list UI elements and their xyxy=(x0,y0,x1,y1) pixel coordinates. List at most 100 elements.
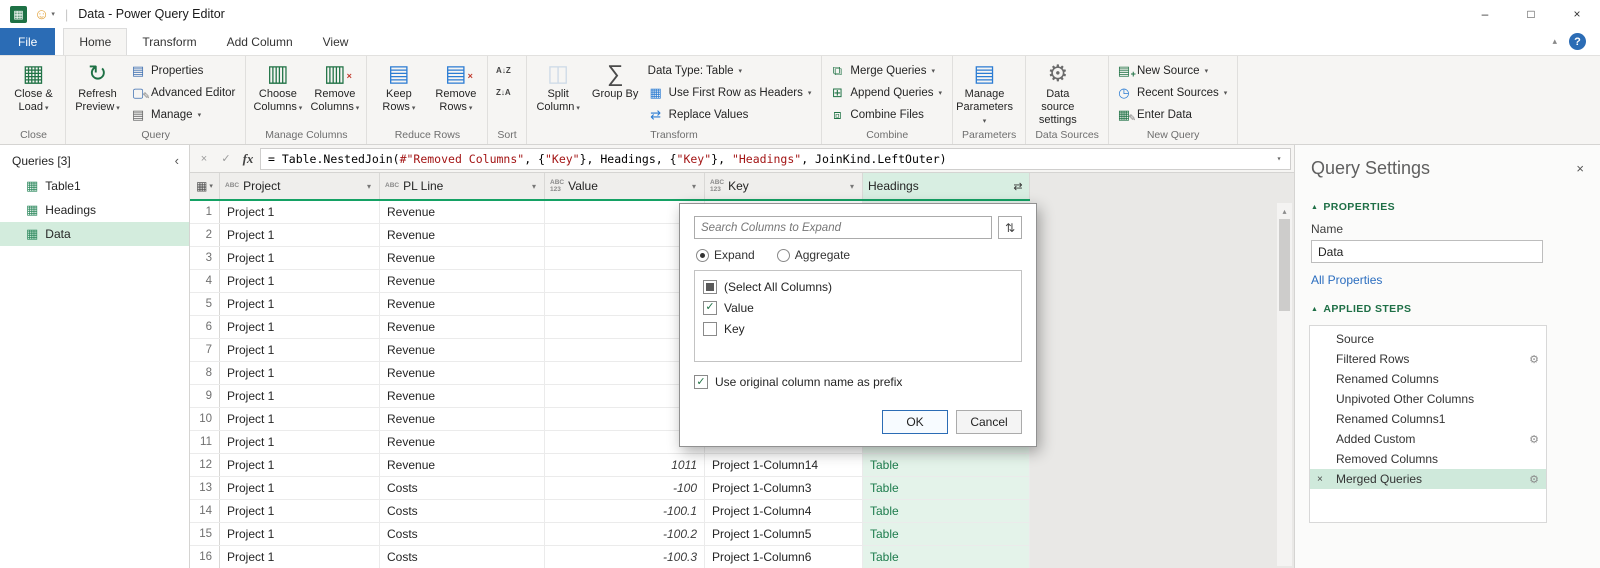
grid-cell[interactable]: Revenue xyxy=(380,224,545,246)
grid-cell[interactable]: Revenue xyxy=(380,339,545,361)
column-header-project[interactable]: ABC Project ▾ xyxy=(220,173,380,199)
grid-cell[interactable]: Project 1 xyxy=(220,362,380,384)
close-settings-icon[interactable]: × xyxy=(1576,161,1584,176)
column-header-headings[interactable]: Headings ⇄ xyxy=(863,173,1030,199)
grid-cell[interactable]: Project 1 xyxy=(220,431,380,453)
row-number[interactable]: 1 xyxy=(190,201,220,223)
advanced-editor-button[interactable]: ▢ ✎ Advanced Editor xyxy=(126,82,242,104)
feedback-smiley-icon[interactable]: ☺ ▾ xyxy=(34,6,55,23)
radio-expand[interactable]: Expand xyxy=(696,248,755,262)
row-number[interactable]: 10 xyxy=(190,408,220,430)
remove-rows-button[interactable]: ▤ × Remove Rows ▾ xyxy=(427,57,484,121)
grid-cell[interactable]: Project 1 xyxy=(220,293,380,315)
row-number[interactable]: 2 xyxy=(190,224,220,246)
append-queries-button[interactable]: ⊞ Append Queries ▾ xyxy=(825,82,949,104)
grid-cell[interactable]: Project 1-Column14 xyxy=(705,454,863,476)
step-settings-gear-icon[interactable]: ⚙ xyxy=(1529,433,1539,446)
grid-cell[interactable]: Revenue xyxy=(380,454,545,476)
row-number[interactable]: 16 xyxy=(190,546,220,568)
combine-files-button[interactable]: ⧈ Combine Files xyxy=(825,104,949,126)
row-number[interactable]: 6 xyxy=(190,316,220,338)
data-source-settings-button[interactable]: ⚙ Data source settings xyxy=(1029,57,1086,127)
formula-input[interactable]: = Table.NestedJoin(#"Removed Columns", {… xyxy=(260,147,1291,170)
row-number[interactable]: 5 xyxy=(190,293,220,315)
keep-rows-button[interactable]: ▤ Keep Rows ▾ xyxy=(370,57,427,121)
prefix-checkbox[interactable]: ✓ xyxy=(694,375,708,389)
query-item-table1[interactable]: ▦ Table1 xyxy=(0,174,189,198)
new-source-button[interactable]: ▤ + New Source ▾ xyxy=(1112,60,1234,82)
column-option-key[interactable]: Key xyxy=(703,318,1013,339)
filter-dropdown-icon[interactable]: ▾ xyxy=(845,182,859,191)
applied-step-renamed-columns[interactable]: Renamed Columns xyxy=(1310,369,1546,389)
grid-cell[interactable]: Project 1 xyxy=(220,201,380,223)
grid-cell[interactable]: Project 1-Column6 xyxy=(705,546,863,568)
query-item-data[interactable]: ▦ Data xyxy=(0,222,189,246)
choose-columns-button[interactable]: ▥ Choose Columns ▾ xyxy=(249,57,306,121)
formula-accept-icon[interactable]: ✓ xyxy=(216,152,236,165)
grid-cell[interactable]: Table xyxy=(863,523,1030,545)
grid-cell[interactable]: Table xyxy=(863,454,1030,476)
recent-sources-button[interactable]: ◷ Recent Sources ▾ xyxy=(1112,82,1234,104)
grid-cell[interactable]: Table xyxy=(863,477,1030,499)
scrollbar-thumb[interactable] xyxy=(1279,219,1290,311)
query-item-headings[interactable]: ▦ Headings xyxy=(0,198,189,222)
merge-queries-button[interactable]: ⧉ Merge Queries ▾ xyxy=(825,60,949,82)
grid-cell[interactable]: -100 xyxy=(545,477,705,499)
filter-dropdown-icon[interactable]: ▾ xyxy=(527,182,541,191)
row-number[interactable]: 8 xyxy=(190,362,220,384)
grid-cell[interactable]: Table xyxy=(863,546,1030,568)
expand-column-icon[interactable]: ⇄ xyxy=(1010,180,1026,193)
grid-cell[interactable]: Revenue xyxy=(380,431,545,453)
manage-parameters-button[interactable]: ▤ Manage Parameters ▾ xyxy=(956,57,1013,127)
sort-columns-button[interactable]: ⇅ xyxy=(998,216,1022,239)
close-load-button[interactable]: ▦ Close & Load ▾ xyxy=(5,57,62,121)
column-header-key[interactable]: ABC 123 Key ▾ xyxy=(705,173,863,199)
grid-cell[interactable]: Revenue xyxy=(380,247,545,269)
fx-icon[interactable]: fx xyxy=(238,151,258,167)
grid-cell[interactable]: Revenue xyxy=(380,316,545,338)
column-header-pl-line[interactable]: ABC PL Line ▾ xyxy=(380,173,545,199)
data-type-table-button[interactable]: Data Type: Table ▾ xyxy=(644,60,819,82)
row-number[interactable]: 7 xyxy=(190,339,220,361)
applied-step-unpivoted-other-columns[interactable]: Unpivoted Other Columns xyxy=(1310,389,1546,409)
group-by-button[interactable]: ∑ Group By xyxy=(587,57,644,121)
filter-dropdown-icon[interactable]: ▾ xyxy=(362,182,376,191)
row-number[interactable]: 15 xyxy=(190,523,220,545)
checkbox-indeterminate-icon[interactable] xyxy=(703,279,717,294)
grid-cell[interactable]: Project 1 xyxy=(220,408,380,430)
formula-expand-button[interactable]: ▾ xyxy=(1270,148,1288,169)
grid-cell[interactable]: Project 1 xyxy=(220,270,380,292)
grid-cell[interactable]: Revenue xyxy=(380,408,545,430)
grid-cell[interactable]: -100.1 xyxy=(545,500,705,522)
grid-cell[interactable]: Table xyxy=(863,500,1030,522)
grid-cell[interactable]: Project 1 xyxy=(220,546,380,568)
grid-cell[interactable]: 1011 xyxy=(545,454,705,476)
tab-view[interactable]: View xyxy=(308,28,364,55)
grid-cell[interactable]: Project 1-Column3 xyxy=(705,477,863,499)
applied-step-removed-columns[interactable]: Removed Columns xyxy=(1310,449,1546,469)
row-number[interactable]: 3 xyxy=(190,247,220,269)
grid-cell[interactable]: Costs xyxy=(380,546,545,568)
grid-cell[interactable]: Revenue xyxy=(380,385,545,407)
step-settings-gear-icon[interactable]: ⚙ xyxy=(1529,353,1539,366)
cancel-button[interactable]: Cancel xyxy=(956,410,1022,434)
ok-button[interactable]: OK xyxy=(882,410,948,434)
grid-cell[interactable]: Project 1-Column4 xyxy=(705,500,863,522)
scroll-up-arrow-icon[interactable]: ▴ xyxy=(1282,203,1286,219)
grid-cell[interactable]: Project 1 xyxy=(220,477,380,499)
properties-button[interactable]: ▤ Properties xyxy=(126,60,242,82)
grid-corner-cell[interactable]: ▦ ▾ xyxy=(190,173,220,199)
grid-cell[interactable]: Project 1 xyxy=(220,523,380,545)
grid-cell[interactable]: Project 1-Column5 xyxy=(705,523,863,545)
delete-step-icon[interactable]: × xyxy=(1317,474,1323,485)
column-option-value[interactable]: ✓ Value xyxy=(703,297,1013,318)
sort-descending-button[interactable]: Z↓A xyxy=(491,82,518,104)
tab-transform[interactable]: Transform xyxy=(127,28,211,55)
all-properties-link[interactable]: All Properties xyxy=(1295,263,1600,289)
use-original-prefix-option[interactable]: ✓ Use original column name as prefix xyxy=(694,375,1022,389)
search-columns-input[interactable] xyxy=(694,216,992,239)
grid-cell[interactable]: Project 1 xyxy=(220,224,380,246)
row-number[interactable]: 13 xyxy=(190,477,220,499)
split-column-button[interactable]: ◫ Split Column ▾ xyxy=(530,57,587,121)
help-button[interactable]: ? xyxy=(1569,33,1586,50)
